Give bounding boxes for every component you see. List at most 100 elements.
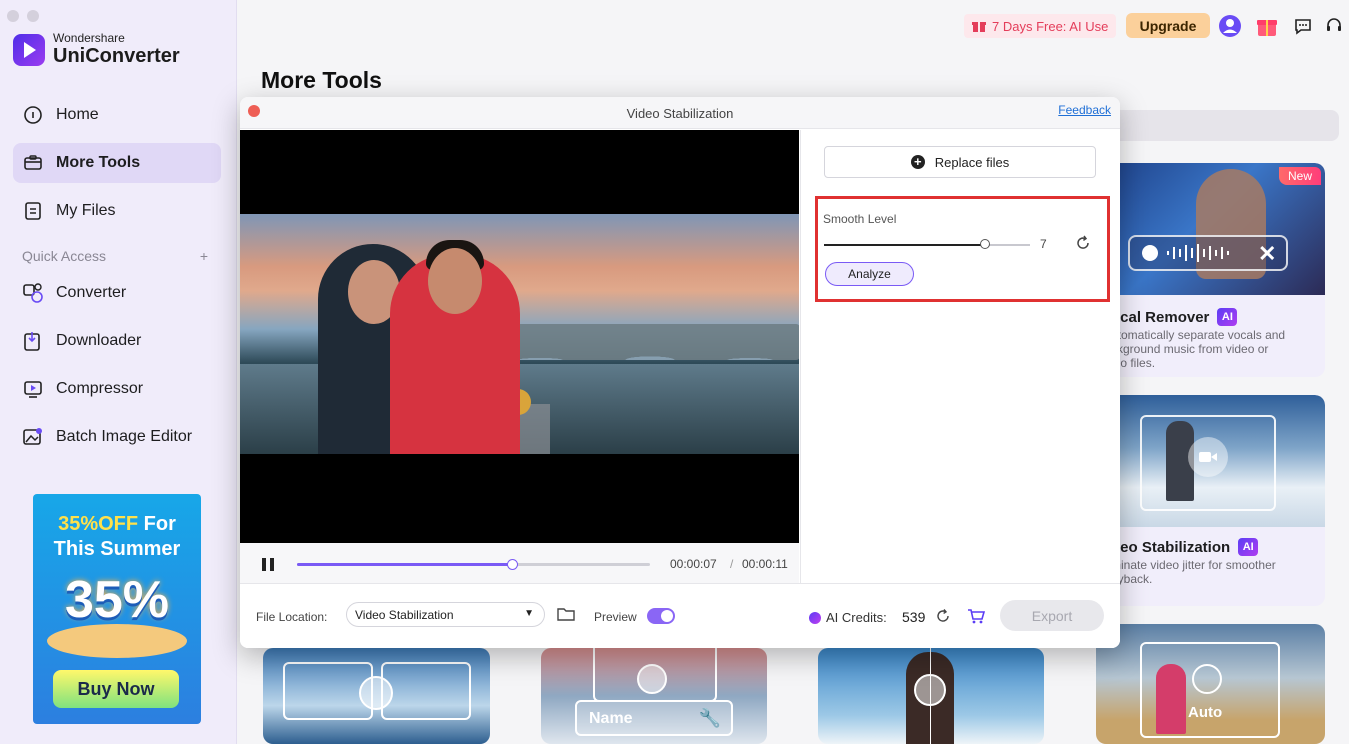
ai-credits-label: AI Credits: xyxy=(826,610,887,625)
current-time: 00:00:07 xyxy=(670,557,717,571)
tool-card-1[interactable] xyxy=(263,648,490,744)
promo-discount: 35%OFF xyxy=(58,513,139,535)
buy-now-button[interactable]: Buy Now xyxy=(53,670,179,708)
nav-item-more-tools[interactable]: More Tools xyxy=(13,143,221,183)
gift-box-icon[interactable] xyxy=(1255,14,1279,38)
promo-big-number: 35% xyxy=(64,571,170,629)
dialog-footer: File Location: Video Stabilization ▼ Pre… xyxy=(240,583,1120,648)
free-trial-text: 7 Days Free: AI Use xyxy=(992,18,1109,34)
smooth-level-label: Smooth Level xyxy=(823,212,897,226)
window-controls xyxy=(7,10,39,22)
upgrade-button[interactable]: Upgrade xyxy=(1126,13,1210,38)
avatar[interactable] xyxy=(1218,14,1242,38)
name-label-box: Name 🔧 xyxy=(575,700,733,736)
home-icon xyxy=(22,104,44,126)
minimize-window-button[interactable] xyxy=(27,10,39,22)
desc-line: utomatically separate vocals and xyxy=(1111,328,1286,342)
top-bar: 7 Days Free: AI Use Upgrade xyxy=(237,12,1349,40)
video-stabilization-dialog: Video Stabilization Feedback 00:00:07 / … xyxy=(240,97,1120,648)
chat-icon[interactable] xyxy=(1291,14,1315,38)
ai-badge: AI xyxy=(1217,308,1238,326)
file-location-value: Video Stabilization xyxy=(355,607,454,622)
brand: Wondershare UniConverter xyxy=(13,32,180,67)
nav-item-home[interactable]: Home xyxy=(13,95,221,135)
image-editor-icon xyxy=(22,426,44,448)
man-figure xyxy=(390,240,520,454)
feedback-link[interactable]: Feedback xyxy=(1058,103,1111,117)
dialog-header: Video Stabilization Feedback xyxy=(240,97,1120,129)
add-quick-access-button[interactable]: + xyxy=(200,248,208,264)
reset-icon[interactable] xyxy=(1074,234,1092,252)
promo-for: For xyxy=(138,513,176,535)
video-stabilization-thumbnail xyxy=(1096,395,1325,527)
nav-item-downloader[interactable]: Downloader xyxy=(13,321,221,361)
nav-item-label: Downloader xyxy=(56,332,142,349)
free-trial-chip[interactable]: 7 Days Free: AI Use xyxy=(964,14,1117,38)
file-location-label: File Location: xyxy=(256,610,328,624)
cart-icon[interactable] xyxy=(967,608,985,624)
headset-support-icon[interactable] xyxy=(1322,14,1346,38)
swap-icon xyxy=(359,676,393,710)
sidebar: Wondershare UniConverter Home More Tools… xyxy=(0,0,237,744)
smooth-level-fill xyxy=(824,244,985,246)
new-badge: New xyxy=(1279,167,1321,185)
target-icon xyxy=(1192,664,1222,694)
dialog-title: Video Stabilization xyxy=(626,106,734,121)
smooth-level-slider[interactable] xyxy=(824,239,1030,249)
nav-item-label: My Files xyxy=(56,202,116,219)
refresh-icon[interactable] xyxy=(935,608,951,624)
file-location-select[interactable]: Video Stabilization ▼ xyxy=(346,602,545,627)
close-window-button[interactable] xyxy=(7,10,19,22)
video-stabilization-description: minate video jitter for smoother ayback. xyxy=(1111,558,1276,586)
folder-icon[interactable] xyxy=(557,606,575,622)
nav-item-label: Compressor xyxy=(56,380,144,397)
promo-title: 35%OFF For This Summer xyxy=(33,512,201,562)
smooth-level-handle[interactable] xyxy=(979,239,990,249)
video-stabilization-card[interactable]: deo Stabilization AI minate video jitter… xyxy=(1096,395,1325,606)
desc-line: minate video jitter for smoother xyxy=(1111,558,1276,572)
ai-badge: AI xyxy=(1238,538,1259,556)
nav-item-my-files[interactable]: My Files xyxy=(13,191,221,231)
tool-card-4[interactable]: Auto xyxy=(1096,624,1325,744)
toolbox-icon xyxy=(22,152,44,174)
search-bar[interactable] xyxy=(1100,110,1339,141)
file-icon xyxy=(22,200,44,222)
desc-line: dio files. xyxy=(1111,356,1156,370)
playback-scrubber-handle[interactable] xyxy=(507,559,519,570)
nav-item-label: Converter xyxy=(56,284,127,301)
nav-item-converter[interactable]: Converter xyxy=(13,273,221,313)
pause-icon[interactable] xyxy=(262,558,274,571)
brand-product: UniConverter xyxy=(53,45,180,67)
quick-access-header: Quick Access + xyxy=(22,248,208,264)
playback-progress-fill xyxy=(297,563,513,566)
video-stabilization-title: deo Stabilization AI xyxy=(1111,538,1259,556)
replace-files-label: Replace files xyxy=(934,154,1010,170)
nav-item-batch-image-editor[interactable]: Batch Image Editor xyxy=(13,417,221,457)
vocal-remover-card[interactable]: ✕ New ocal Remover AI utomatically separ… xyxy=(1096,163,1325,377)
tool-card-3[interactable] xyxy=(818,648,1044,744)
replace-files-button[interactable]: + Replace files xyxy=(824,146,1096,178)
wrench-icon: 🔧 xyxy=(698,708,721,728)
page-title: More Tools xyxy=(261,67,382,93)
analyze-button[interactable]: Analyze xyxy=(825,262,914,286)
playback-progress-track[interactable] xyxy=(297,559,650,570)
ai-credits-value: 539 xyxy=(902,609,926,625)
nav-item-compressor[interactable]: Compressor xyxy=(13,369,221,409)
vocal-remover-title: ocal Remover AI xyxy=(1111,308,1238,326)
export-button[interactable]: Export xyxy=(1000,600,1104,631)
video-preview[interactable] xyxy=(240,130,799,543)
downloader-icon xyxy=(22,330,44,352)
vocal-remover-description: utomatically separate vocals and ckgroun… xyxy=(1111,328,1285,370)
uniconverter-logo-icon xyxy=(13,33,45,66)
preview-label: Preview xyxy=(594,610,637,624)
singer-icon xyxy=(1142,245,1158,261)
summer-promo-banner[interactable]: 35%OFF For This Summer 35% Buy Now xyxy=(33,494,201,724)
tool-card-2[interactable]: Name 🔧 xyxy=(541,648,767,744)
nav-item-label: Batch Image Editor xyxy=(56,428,193,445)
auto-label: Auto xyxy=(1188,704,1223,721)
plus-circle-icon: + xyxy=(910,155,925,169)
gift-icon xyxy=(972,22,986,32)
desc-line: ayback. xyxy=(1111,572,1153,586)
sound-wave-icon xyxy=(1167,244,1229,262)
preview-toggle[interactable] xyxy=(647,608,675,624)
